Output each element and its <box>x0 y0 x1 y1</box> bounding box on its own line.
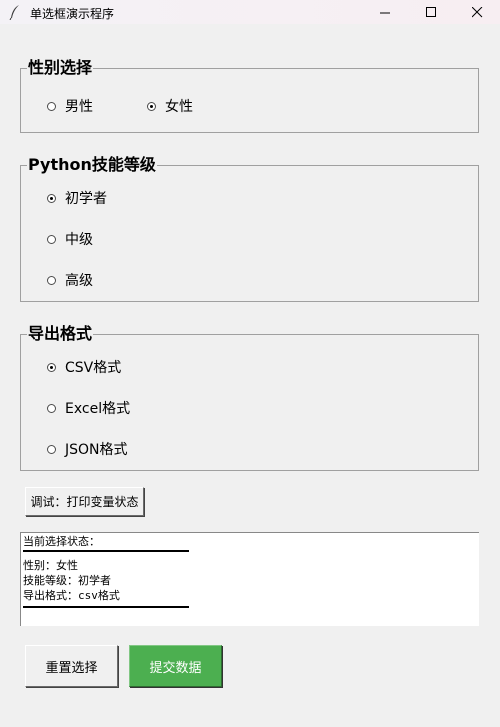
radio-skill-beginner[interactable]: 初学者 <box>47 188 107 208</box>
maximize-button[interactable] <box>408 0 454 24</box>
status-header: 当前选择状态： <box>23 535 100 548</box>
status-export: 导出格式：csv格式 <box>23 589 120 602</box>
minimize-icon <box>379 12 390 13</box>
radio-indicator <box>47 444 56 454</box>
radio-indicator <box>147 101 156 111</box>
radio-indicator <box>47 193 56 203</box>
radio-label: Excel格式 <box>65 401 131 417</box>
radio-gender-male[interactable]: 男性 <box>47 96 93 116</box>
debug-print-button[interactable]: 调试：打印变量状态 <box>25 487 144 516</box>
radio-indicator <box>47 101 56 111</box>
radio-export-csv[interactable]: CSV格式 <box>47 357 121 377</box>
status-gender: 性别：女性 <box>23 559 78 572</box>
gender-legend: 性别选择 <box>28 58 93 77</box>
status-divider <box>23 550 189 552</box>
radio-label: 中级 <box>65 232 93 248</box>
status-textbox[interactable]: 当前选择状态： 性别：女性 技能等级：初学者 导出格式：csv格式 <box>20 532 479 626</box>
close-icon <box>471 6 482 17</box>
radio-label: 初学者 <box>65 191 107 207</box>
skill-legend: Python技能等级 <box>28 155 156 174</box>
status-skill: 技能等级：初学者 <box>23 574 111 587</box>
status-divider <box>23 606 189 608</box>
radio-indicator <box>47 403 56 413</box>
reset-button[interactable]: 重置选择 <box>25 645 118 687</box>
window-title: 单选框演示程序 <box>30 7 115 21</box>
radio-skill-advanced[interactable]: 高级 <box>47 270 93 290</box>
radio-export-json[interactable]: JSON格式 <box>47 439 128 459</box>
title-bar: 单选框演示程序 <box>0 0 500 24</box>
radio-label: CSV格式 <box>65 360 122 376</box>
feather-icon <box>9 4 21 21</box>
submit-button[interactable]: 提交数据 <box>129 645 222 687</box>
minimize-button[interactable] <box>362 0 408 24</box>
radio-indicator <box>47 234 56 244</box>
close-button[interactable] <box>454 0 500 24</box>
radio-label: 男性 <box>65 99 93 115</box>
radio-label: 高级 <box>65 273 93 289</box>
export-legend: 导出格式 <box>28 324 93 343</box>
radio-label: JSON格式 <box>65 442 128 458</box>
radio-gender-female[interactable]: 女性 <box>147 96 193 116</box>
maximize-icon <box>425 6 436 17</box>
radio-indicator <box>47 362 56 372</box>
radio-label: 女性 <box>165 99 193 115</box>
radio-export-excel[interactable]: Excel格式 <box>47 398 130 418</box>
radio-indicator <box>47 275 56 285</box>
radio-skill-intermediate[interactable]: 中级 <box>47 229 93 249</box>
